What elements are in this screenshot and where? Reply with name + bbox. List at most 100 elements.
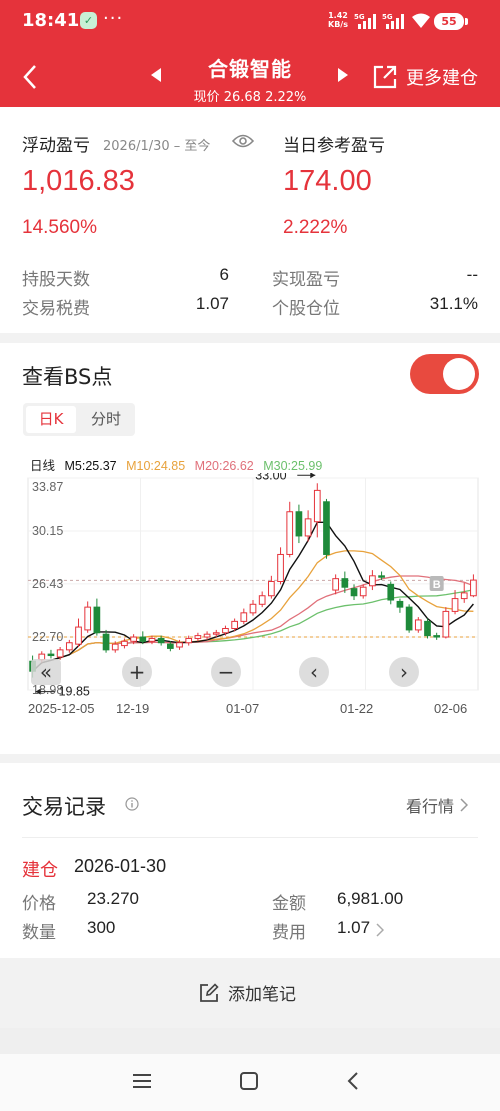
toggle-knob (443, 358, 475, 390)
trade-fees-label: 交易税费 (22, 299, 90, 319)
candle-body (295, 511, 303, 537)
chevron-right-icon (460, 798, 469, 812)
add-note-button[interactable]: 添加笔记 (198, 980, 296, 1005)
status-bar: 18:41 ✓ ··· 1.42 KB/s 5G 5G 55 (0, 0, 500, 44)
candle-body (203, 633, 211, 638)
candle-body (369, 575, 376, 587)
fee-chevron-icon[interactable] (376, 923, 384, 937)
high-marker-arrow (310, 472, 316, 479)
candle-body (157, 637, 165, 644)
trade-type: 建仓 (22, 860, 58, 881)
candle-body (139, 636, 147, 642)
amount-value: 6,981.00 (337, 889, 404, 908)
candle-body (405, 606, 413, 631)
eye-icon[interactable] (232, 133, 254, 149)
view-market-label: 看行情 (406, 797, 455, 816)
floating-pl-label: 浮动盈亏 (22, 136, 90, 156)
pan-right-button[interactable]: › (389, 657, 419, 687)
candle-body (277, 553, 284, 583)
candle-body (359, 586, 367, 597)
fee-label: 费用 (272, 923, 306, 943)
candle-body (47, 653, 55, 657)
chart-period-tabs: 日K 分时 (23, 403, 135, 436)
home-icon[interactable] (238, 1071, 260, 1091)
zoom-reset-button[interactable]: « (31, 659, 61, 685)
trade-date: 2026-01-30 (74, 856, 167, 876)
battery-icon: 55 (434, 13, 468, 30)
kline-chart[interactable]: 33.87 30.15 26.43 22.70 18.98 33.00 19.85 B «+ − ‹… (0, 468, 500, 754)
candle-body (130, 636, 137, 642)
candle-body (148, 637, 156, 642)
legend-m30: M30:25.99 (263, 459, 323, 473)
x-axis-label: 02-06 (434, 701, 467, 716)
edit-icon (200, 982, 219, 1002)
back-arrow-icon[interactable] (22, 64, 38, 90)
floating-pl-value: 1,016.83 (22, 165, 135, 197)
pan-left-button[interactable]: ‹ (299, 657, 329, 687)
candle-body (313, 489, 321, 523)
daily-pl-pct: 2.222% (283, 217, 348, 238)
control-button-glyph: › (400, 660, 408, 684)
sim1-label: 5G (354, 13, 365, 21)
candle-body (212, 632, 220, 635)
holding-days-label: 持股天数 (22, 270, 90, 290)
net-speed-value: 1.42 (328, 11, 348, 20)
candle-body (350, 588, 358, 597)
candle-body (442, 610, 450, 638)
candle-body (56, 649, 64, 658)
trade-fees-value: 1.07 (195, 294, 229, 313)
candle-body (341, 578, 349, 588)
candle-body (451, 598, 459, 612)
control-button-glyph: + (129, 660, 146, 684)
legend-m20: M20:26.62 (194, 459, 254, 473)
x-axis-label: 12-19 (116, 701, 149, 716)
candle-body (121, 640, 128, 647)
next-stock-icon[interactable] (337, 68, 349, 82)
tab-daily-k[interactable]: 日K (26, 406, 76, 433)
net-speed: 1.42 KB/s (328, 11, 348, 29)
high-marker-label: 33.00 (255, 473, 286, 482)
info-icon[interactable] (125, 797, 139, 811)
note-bar: 添加笔记 (0, 958, 500, 1028)
candle-body (38, 653, 46, 661)
tab-intraday[interactable]: 分时 (81, 406, 131, 433)
candle-body (231, 620, 238, 629)
view-market-link[interactable]: 看行情 (406, 793, 469, 817)
app-notification-icon: ✓ (80, 12, 97, 29)
stock-price-change: 现价 26.68 2.22% (193, 90, 307, 105)
legend-period: 日线 (30, 459, 56, 473)
prev-stock-icon[interactable] (150, 68, 162, 82)
trade-record-card: 交易记录 看行情 建仓 2026-01-30 价格 23.270 金额 6,98… (0, 763, 500, 958)
open-external-icon (373, 65, 397, 89)
kline-svg[interactable]: 33.8730.1526.4322.7018.9833.0019.85B« + − ‹… (0, 468, 500, 754)
add-note-label: 添加笔记 (228, 985, 296, 1005)
daily-pl-value: 174.00 (283, 165, 372, 197)
candle-body (111, 643, 119, 651)
more-positions-button[interactable]: 更多建仓 (372, 63, 478, 91)
control-button-glyph: « (40, 660, 52, 684)
control-button-glyph: − (218, 660, 235, 684)
legend-m10: M10:24.85 (126, 459, 186, 473)
candle-body (332, 578, 339, 591)
back-icon[interactable] (345, 1071, 361, 1091)
bs-points-title: 查看BS点 (22, 365, 113, 389)
zoom-out-button[interactable]: − (211, 657, 241, 687)
bs-points-toggle[interactable] (410, 354, 479, 394)
ma-legend: 日线 M5:25.37 M10:24.85 M20:26.62 M30:25.9… (30, 455, 328, 474)
legend-m5: M5:25.37 (64, 459, 117, 473)
top-header: 18:41 ✓ ··· 1.42 KB/s 5G 5G 55 合锻智能 现价 2… (0, 0, 500, 107)
buy-point-label: B (433, 579, 441, 591)
candle-body (93, 606, 101, 634)
candle-body (387, 583, 395, 601)
position-ratio-label: 个股仓位 (272, 299, 340, 319)
y-axis-label: 30.15 (32, 524, 63, 538)
fee-value[interactable]: 1.07 (337, 918, 370, 938)
price-label: 价格 (22, 894, 56, 914)
zoom-in-button[interactable]: + (122, 657, 152, 687)
y-axis-label: 33.87 (32, 480, 63, 494)
realized-pl-value: -- (466, 265, 478, 284)
candle-body (286, 511, 294, 555)
candle-body (240, 612, 248, 622)
stock-name: 合锻智能 (208, 57, 292, 81)
menu-icon[interactable] (131, 1071, 153, 1091)
